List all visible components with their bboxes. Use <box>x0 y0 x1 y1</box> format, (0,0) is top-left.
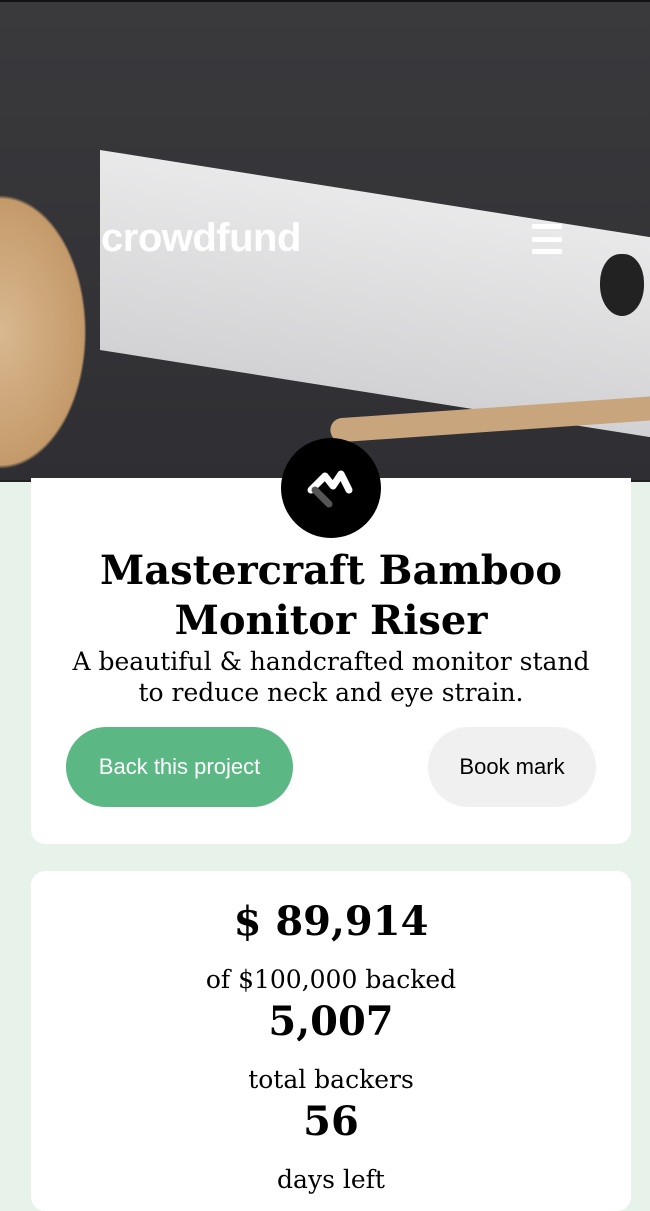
days-left-label: days left <box>277 1165 385 1194</box>
apple-logo-graphic <box>600 254 644 316</box>
project-description: A beautiful & handcrafted monitor stand … <box>72 647 590 707</box>
total-backers-value: 5,007 <box>268 998 394 1045</box>
amount-backed-value: $ 89,914 <box>233 898 429 945</box>
amount-backed-label: of $100,000 backed <box>205 965 457 994</box>
hero-image: crowdfund <box>0 0 650 482</box>
back-project-button[interactable]: Back this project <box>66 727 293 807</box>
stats-card: $ 89,914 of $100,000 backed 5,007 total … <box>31 871 631 1211</box>
mastercraft-logo-icon <box>281 438 381 538</box>
days-left-value: 56 <box>303 1098 359 1145</box>
site-logo[interactable]: crowdfund <box>101 216 301 261</box>
project-title: Mastercraft Bamboo Monitor Riser <box>99 547 563 644</box>
bookmark-button[interactable]: Book mark <box>428 727 596 807</box>
monitor-graphic <box>100 150 650 446</box>
total-backers-label: total backers <box>248 1065 414 1094</box>
hamburger-menu-icon[interactable] <box>532 224 562 254</box>
